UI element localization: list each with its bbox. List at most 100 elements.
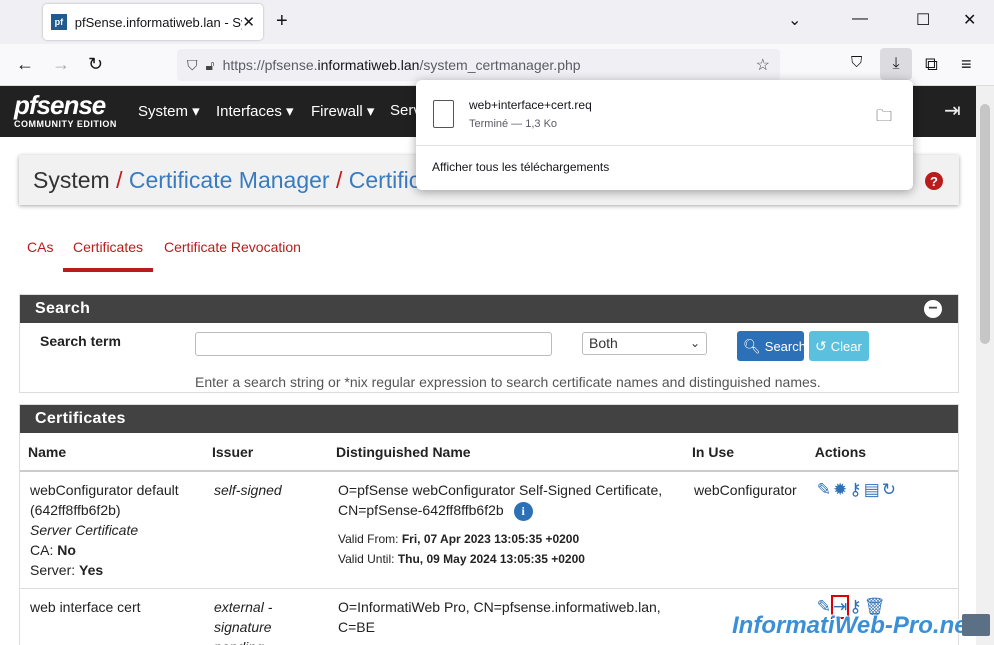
cert-dn-line2-wrap: CN=pfSense-642ff8ffb6f2b i bbox=[338, 500, 674, 521]
search-button-label: Search bbox=[764, 338, 806, 354]
search-term-label: Search term bbox=[40, 333, 121, 349]
key-icon[interactable]: ⚷ bbox=[849, 480, 861, 500]
cert-name-cell: webConfigurator default (642ff8ffb6f2b) … bbox=[20, 471, 204, 589]
magnifier-icon: 🔍︎ bbox=[743, 337, 761, 354]
downloads-panel: web+interface+cert.req Terminé — 1,3 Ko … bbox=[416, 80, 913, 190]
url-bar[interactable]: ⛉ 🔓︎ https://pfsense.informatiweb.lan/sy… bbox=[177, 49, 780, 81]
watermark: InformatiWeb-Pro.net bbox=[732, 612, 976, 639]
collapse-icon[interactable]: − bbox=[924, 300, 942, 318]
pfsense-favicon: pf bbox=[51, 14, 67, 30]
search-input[interactable] bbox=[195, 332, 552, 356]
cert-in-use: webConfigurator bbox=[684, 471, 807, 589]
clear-button-label: Clear bbox=[830, 338, 862, 354]
col-name: Name bbox=[20, 434, 204, 472]
extensions-icon[interactable]: ⧉ bbox=[925, 54, 938, 75]
chevron-down-icon: ⌄ bbox=[689, 336, 700, 350]
tab-list-chevron-icon[interactable]: ⌄ bbox=[788, 10, 801, 30]
reload-icon[interactable]: ↻ bbox=[88, 54, 103, 75]
new-tab-icon[interactable]: + bbox=[276, 10, 288, 33]
file-icon bbox=[433, 100, 454, 128]
cert-dn-line2: C=BE bbox=[338, 619, 375, 635]
col-issuer: Issuer bbox=[204, 434, 328, 472]
col-actions: Actions bbox=[806, 434, 958, 472]
scrollbar-thumb[interactable] bbox=[980, 104, 990, 344]
download-arrow-icon: ⤓ bbox=[892, 55, 900, 72]
bookmark-star-icon[interactable]: ☆ bbox=[756, 55, 770, 75]
folder-icon[interactable]: 🗀 bbox=[876, 105, 892, 132]
cert-issuer: self-signed bbox=[204, 471, 328, 589]
pencil-icon[interactable]: ✎ bbox=[817, 480, 831, 500]
download-status: Terminé — 1,3 Ko bbox=[469, 118, 558, 130]
cert-issuer-cell: external - signature pending bbox=[204, 588, 328, 645]
browser-tab[interactable]: pf pfSense.informatiweb.lan - Syst ✕ bbox=[43, 4, 263, 40]
menu-system[interactable]: System ▾ bbox=[138, 102, 200, 120]
laptop-icon bbox=[962, 614, 990, 636]
certificates-panel: Certificates Name Issuer Distinguished N… bbox=[19, 404, 959, 645]
cert-issuer-line2: signature pending bbox=[214, 619, 272, 645]
table-row: webConfigurator default (642ff8ffb6f2b) … bbox=[20, 471, 958, 589]
renew-icon[interactable]: ↻ bbox=[882, 480, 896, 500]
active-tab-indicator bbox=[63, 268, 153, 272]
search-panel-title: Search bbox=[20, 295, 958, 323]
pocket-icon[interactable]: ⛉ bbox=[851, 54, 862, 71]
cert-ca: CA: No bbox=[30, 542, 76, 558]
close-tab-icon[interactable]: ✕ bbox=[242, 13, 255, 31]
help-icon[interactable]: ? bbox=[925, 172, 943, 190]
cert-actions: ✎ ✹ ⚷ ▤ ↻ bbox=[806, 471, 958, 589]
valid-from: Valid From: Fri, 07 Apr 2023 13:05:35 +0… bbox=[338, 531, 580, 546]
col-dn: Distinguished Name bbox=[328, 434, 684, 472]
logo-edition: COMMUNITY EDITION bbox=[14, 119, 117, 129]
info-icon[interactable]: i bbox=[513, 501, 533, 521]
logo-text: pfsense bbox=[14, 90, 106, 120]
clear-button[interactable]: ↺ Clear bbox=[809, 331, 869, 361]
close-window-icon[interactable]: ✕ bbox=[963, 10, 976, 30]
certificates-panel-title: Certificates bbox=[20, 405, 958, 433]
search-panel: Search − Search term Both ⌄ 🔍︎ Search ↺ Cle… bbox=[19, 294, 959, 393]
breadcrumb-system: System bbox=[33, 167, 110, 193]
undo-icon: ↺ bbox=[815, 337, 827, 354]
browser-tab-bar: pf pfSense.informatiweb.lan - Syst ✕ + ⌄… bbox=[0, 0, 994, 44]
tab-certificate-revocation[interactable]: Certificate Revocation bbox=[164, 239, 301, 255]
cert-type: Server Certificate bbox=[30, 522, 139, 538]
valid-until: Valid Until: Thu, 09 May 2024 13:05:35 +… bbox=[338, 551, 585, 566]
forward-icon[interactable]: → bbox=[52, 54, 70, 75]
search-scope-select[interactable]: Both ⌄ bbox=[582, 332, 707, 355]
divider bbox=[416, 145, 913, 146]
shield-icon[interactable]: ⛉ bbox=[187, 57, 198, 74]
cert-name: webConfigurator default bbox=[30, 482, 179, 498]
back-icon[interactable]: ← bbox=[16, 54, 34, 75]
col-in-use: In Use bbox=[684, 434, 807, 472]
tab-title: pfSense.informatiweb.lan - Syst bbox=[74, 14, 243, 30]
cert-server: Server: Yes bbox=[30, 562, 104, 578]
cert-dn-cell: O=InformatiWeb Pro, CN=pfsense.informati… bbox=[328, 588, 684, 645]
url-text[interactable]: https://pfsense.informatiweb.lan/system_… bbox=[223, 57, 581, 73]
tab-cas[interactable]: CAs bbox=[27, 239, 53, 255]
logout-icon[interactable]: ⇥ bbox=[944, 98, 961, 123]
app-menu-icon[interactable]: ≡ bbox=[961, 54, 972, 75]
cert-dn-line2: CN=pfSense-642ff8ffb6f2b bbox=[338, 502, 504, 518]
cert-dn-line1: O=pfSense webConfigurator Self-Signed Ce… bbox=[338, 482, 663, 498]
menu-firewall[interactable]: Firewall ▾ bbox=[311, 102, 374, 120]
menu-interfaces[interactable]: Interfaces ▾ bbox=[216, 102, 294, 120]
maximize-icon[interactable]: ☐ bbox=[916, 10, 930, 30]
show-all-downloads-link[interactable]: Afficher tous les téléchargements bbox=[432, 160, 609, 174]
cert-dn-line1: O=InformatiWeb Pro, CN=pfsense.informati… bbox=[338, 599, 661, 615]
downloads-button[interactable]: ⤓ bbox=[880, 48, 912, 80]
search-button[interactable]: 🔍︎ Search bbox=[737, 331, 806, 361]
cert-name: web interface cert bbox=[20, 588, 204, 645]
cert-issuer-line1: external - bbox=[214, 599, 273, 615]
archive-icon[interactable]: ▤ bbox=[864, 480, 880, 500]
breadcrumb-certificates[interactable]: Certific bbox=[349, 167, 421, 193]
page-title: System / Certificate Manager / Certific bbox=[33, 167, 421, 193]
breadcrumb-certificate-manager[interactable]: Certificate Manager bbox=[129, 167, 330, 193]
cert-refid: (642ff8ffb6f2b) bbox=[30, 502, 121, 518]
download-file-name[interactable]: web+interface+cert.req bbox=[469, 98, 592, 112]
gear-cert-icon[interactable]: ✹ bbox=[833, 480, 847, 500]
search-hint: Enter a search string or *nix regular ex… bbox=[195, 374, 821, 390]
cert-dn-cell: O=pfSense webConfigurator Self-Signed Ce… bbox=[328, 471, 684, 589]
minimize-icon[interactable]: — bbox=[852, 10, 868, 28]
tab-certificates[interactable]: Certificates bbox=[73, 239, 143, 255]
pfsense-logo[interactable]: pfsense COMMUNITY EDITION bbox=[14, 90, 117, 129]
search-scope-value: Both bbox=[589, 335, 618, 351]
lock-warning-icon[interactable]: 🔓︎ bbox=[206, 57, 215, 74]
